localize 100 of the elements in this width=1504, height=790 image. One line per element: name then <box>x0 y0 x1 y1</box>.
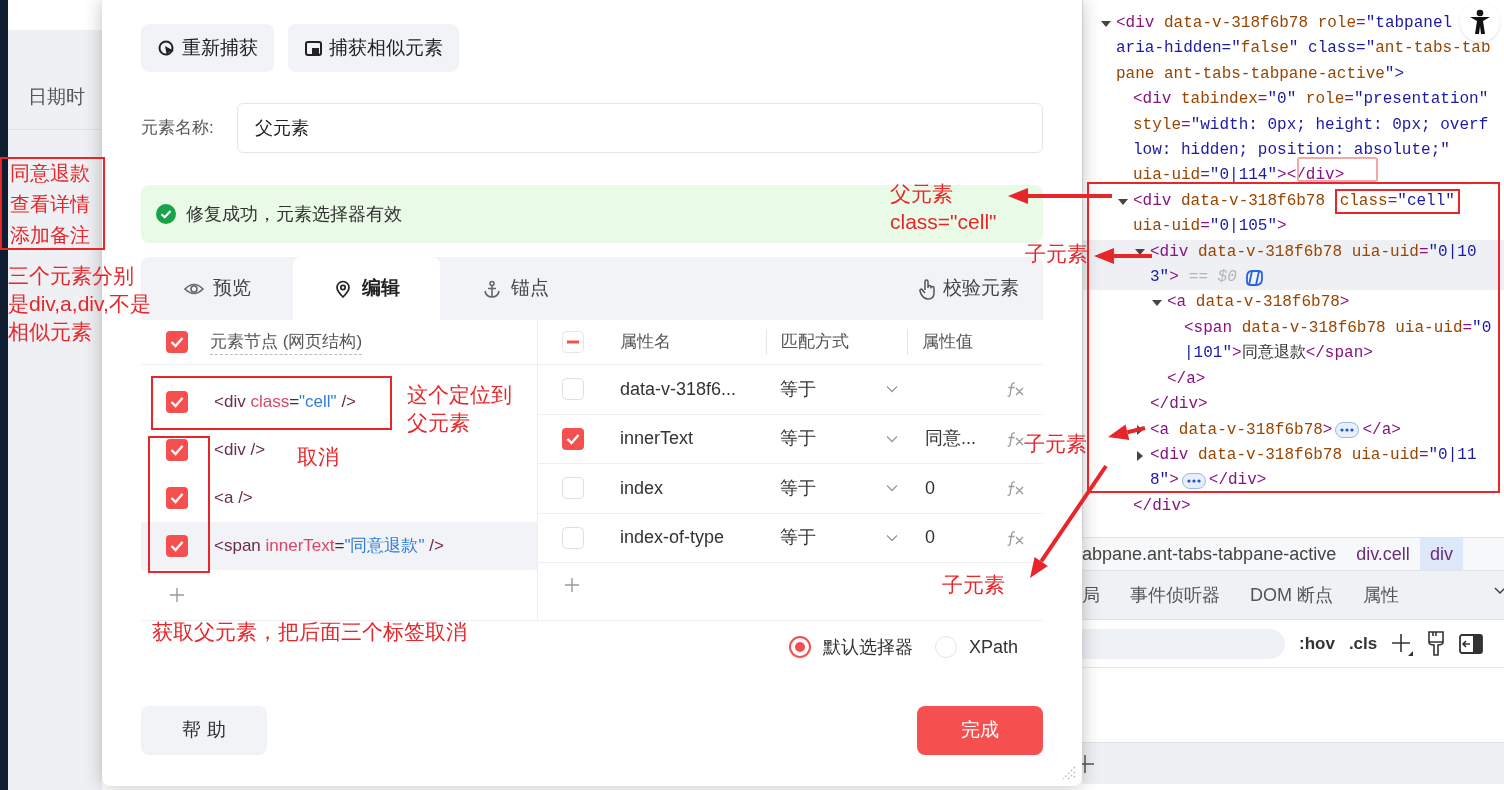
match-select[interactable]: 等于 <box>780 375 816 403</box>
checkbox[interactable] <box>166 391 188 413</box>
radio-label: XPath <box>968 635 1018 659</box>
help-button[interactable]: 帮 助 <box>141 706 267 755</box>
ellipsis-button[interactable] <box>1181 473 1206 489</box>
checkbox[interactable] <box>562 378 584 401</box>
checkbox[interactable] <box>562 427 584 450</box>
annotation-arrow <box>1108 424 1146 441</box>
checkbox[interactable] <box>562 331 584 353</box>
annotation-arrow <box>1094 248 1152 264</box>
breadcrumb[interactable]: div <box>1419 538 1463 570</box>
panel-tab[interactable]: 属性 <box>1363 581 1399 609</box>
code-line: </div> <box>1133 495 1191 517</box>
pointing-hand-icon <box>918 277 938 300</box>
checkbox[interactable] <box>166 331 188 353</box>
panel-tab[interactable]: DOM 断点 <box>1250 581 1333 609</box>
code-line: aria-hidden="false" class="ant-tabs-tab <box>1116 38 1491 60</box>
annotation-note: 子元素 <box>1024 431 1087 457</box>
toolbar-button[interactable]: 捕获相似元素 <box>288 24 459 72</box>
capture-icon <box>157 38 176 58</box>
code-line: <div data-v-318f6b78 uia-uid="0|11 <box>1150 444 1477 466</box>
column-header: 属性值 <box>922 331 973 354</box>
accessibility-icon <box>1468 9 1492 35</box>
code-line: 3"> <box>1150 267 1179 289</box>
match-select[interactable]: 等于 <box>780 425 816 453</box>
filter-field[interactable] <box>1082 628 1285 659</box>
function-icon[interactable] <box>1006 430 1026 447</box>
annotation-note: 取消 <box>297 444 339 470</box>
annotation-note: 父元素class="cell" <box>890 181 997 235</box>
table-cell: data-v-318f6... <box>620 378 737 399</box>
code-line: </div> <box>1150 394 1208 416</box>
code-line: <a data-v-318f6b78> <box>1150 419 1333 441</box>
plus-icon[interactable] <box>1391 631 1414 656</box>
annotation-note: 子元素 <box>1025 241 1088 267</box>
toolbar-button[interactable]: 重新捕获 <box>141 24 274 72</box>
annotation-note: 这个定位到父元素 <box>407 382 512 436</box>
code-line: style="width: 0px; height: 0px; overf <box>1133 114 1489 136</box>
table-cell: 0 <box>925 477 935 498</box>
row-link[interactable]: 查看详情 <box>10 189 102 220</box>
ellipsis-button[interactable] <box>1335 422 1360 439</box>
selection-marker: == $0 <box>1188 267 1237 289</box>
match-select[interactable]: 等于 <box>780 524 816 552</box>
sidebar-toggle-icon[interactable] <box>1459 633 1484 654</box>
code-line: uia-uid="0|105"> <box>1133 216 1287 238</box>
location-pin-icon <box>333 279 353 298</box>
anchor-icon <box>481 279 502 298</box>
function-icon[interactable] <box>1006 529 1026 546</box>
add-icon[interactable] <box>169 587 185 603</box>
toolbar-toggle[interactable]: :hov <box>1299 630 1335 657</box>
annotation-note: 三个元素分别是div,a,div,不是相似元素 <box>8 263 151 345</box>
column-header: 属性名 <box>620 331 671 354</box>
caret-down-icon[interactable] <box>1101 18 1111 29</box>
annotation-note: 子元素 <box>942 572 1005 598</box>
accessibility-button[interactable] <box>1460 2 1500 42</box>
radio-button[interactable] <box>788 636 811 658</box>
alert-message: 修复成功，元素选择器有效 <box>186 202 402 226</box>
node-code[interactable]: <a /> <box>214 485 253 511</box>
breadcrumb[interactable]: abpane.ant-tabs-tabpane-active <box>1082 538 1347 570</box>
column-header: 日期时 <box>28 84 85 109</box>
code-line: pane ant-tabs-tabpane-active"> <box>1116 63 1405 85</box>
checkbox[interactable] <box>166 487 188 509</box>
row-link[interactable]: 同意退款 <box>10 158 102 189</box>
code-line: low: hidden; position: absolute;" <box>1133 140 1450 162</box>
tab[interactable]: 编辑 <box>293 257 440 320</box>
checkbox[interactable] <box>562 477 584 500</box>
checkbox[interactable] <box>562 526 584 549</box>
code-line: <span data-v-318f6b78 uia-uid="0 <box>1184 317 1492 339</box>
table-cell: 0 <box>925 527 935 548</box>
resize-grip-icon[interactable] <box>1060 764 1076 780</box>
row-link[interactable]: 添加备注 <box>10 220 102 251</box>
code-line: <div data-v-318f6b78 role="tabpanel <box>1116 13 1453 34</box>
node-code[interactable]: <span innerText="同意退款" /> <box>214 533 444 559</box>
breadcrumb[interactable]: div.cell <box>1346 538 1420 570</box>
column-header: 元素节点 (网页结构) <box>210 328 363 356</box>
panel-tab[interactable]: 局 <box>1082 581 1100 609</box>
node-code[interactable]: <div class="cell" /> <box>214 389 357 415</box>
field-label: 元素名称: <box>141 117 215 140</box>
chevron-down-icon[interactable] <box>1494 585 1504 595</box>
code-line: <a data-v-318f6b78> <box>1167 292 1350 314</box>
table-cell: 同意... <box>925 428 976 449</box>
caret-down-icon[interactable] <box>1118 196 1128 207</box>
code-line: uia-uid="0|114"></div> <box>1133 165 1345 187</box>
name-field[interactable]: 父元素 <box>237 103 1043 153</box>
checkbox[interactable] <box>166 439 188 461</box>
add-icon[interactable] <box>564 577 580 593</box>
panel-tab[interactable]: 事件侦听器 <box>1130 581 1220 609</box>
brush-icon[interactable] <box>1427 630 1446 657</box>
code-line: 8"> <box>1150 470 1179 492</box>
checkbox[interactable] <box>166 535 188 557</box>
tree-row[interactable]: <span innerText="同意退款" /> <box>141 522 537 570</box>
match-select[interactable]: 等于 <box>780 474 816 502</box>
function-icon[interactable] <box>1006 480 1026 497</box>
toolbar-toggle[interactable]: .cls <box>1348 630 1378 657</box>
node-code[interactable]: <div /> <box>214 437 266 463</box>
code-line: <div data-v-318f6b78 uia-uid="0|10 <box>1150 241 1477 263</box>
tab[interactable]: 锚点 <box>440 257 590 320</box>
code-line: <div tabindex="0" role="presentation" <box>1133 89 1489 111</box>
radio-label: 默认选择器 <box>822 635 913 659</box>
function-icon[interactable] <box>1006 381 1026 398</box>
caret-right-icon[interactable] <box>1135 450 1145 461</box>
